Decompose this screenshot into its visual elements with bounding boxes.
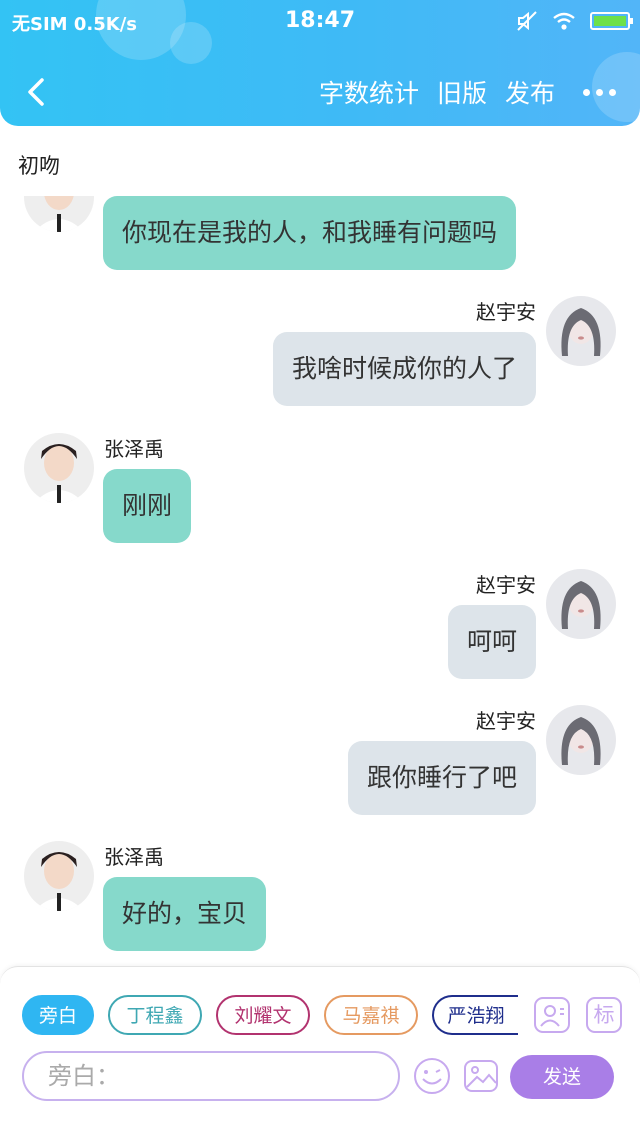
speaker-name: 张泽禹 — [104, 845, 164, 869]
mute-icon — [517, 11, 537, 31]
character-manage-icon[interactable] — [534, 997, 570, 1033]
avatar-zhao[interactable] — [546, 705, 616, 775]
send-button[interactable]: 发送 — [510, 1055, 614, 1099]
speaker-name: 赵宇安 — [476, 300, 536, 324]
speaker-name: 赵宇安 — [476, 573, 536, 597]
role-chip[interactable]: 丁程鑫 — [108, 995, 202, 1035]
tag-button[interactable]: 标 — [586, 997, 622, 1033]
avatar-zhao[interactable] — [546, 296, 616, 366]
composer-panel: 旁白 丁程鑫 刘耀文 马嘉祺 严浩翔 标 旁白： 发送 — [0, 966, 640, 1139]
role-chip-narrator[interactable]: 旁白 — [22, 995, 94, 1035]
avatar-zhang[interactable] — [24, 841, 94, 911]
message-bubble[interactable]: 呵呵 — [447, 605, 536, 679]
app-header: 无SIM 0.5K/s 18:47 字数统计 旧版 发布 — [0, 0, 640, 126]
role-chip[interactable]: 严浩翔 — [432, 995, 518, 1035]
word-count-button[interactable]: 字数统计 — [319, 74, 419, 110]
chat-list[interactable]: 你现在是我的人，和我睡有问题吗 赵宇安 我啥时候成你的人了 张泽禹 刚刚 赵宇安… — [0, 196, 640, 966]
image-icon[interactable] — [462, 1057, 500, 1095]
status-bar: 无SIM 0.5K/s 18:47 — [0, 8, 640, 38]
emoji-icon[interactable] — [413, 1057, 451, 1095]
message-bubble[interactable]: 你现在是我的人，和我睡有问题吗 — [103, 196, 517, 270]
message-bubble[interactable]: 我啥时候成你的人了 — [272, 332, 536, 406]
nav-bar: 字数统计 旧版 发布 — [0, 70, 640, 114]
message-bubble[interactable]: 刚刚 — [103, 469, 192, 543]
avatar-zhang[interactable] — [24, 433, 94, 503]
speaker-name: 张泽禹 — [104, 437, 164, 461]
message-bubble[interactable]: 跟你睡行了吧 — [347, 741, 536, 815]
role-chip[interactable]: 马嘉祺 — [324, 995, 418, 1035]
avatar-zhang[interactable] — [24, 196, 94, 232]
wifi-icon — [553, 12, 575, 30]
message-input[interactable]: 旁白： — [22, 1051, 400, 1101]
avatar-zhao[interactable] — [546, 569, 616, 639]
publish-button[interactable]: 发布 — [505, 74, 555, 110]
back-icon[interactable] — [22, 74, 52, 110]
old-version-button[interactable]: 旧版 — [437, 74, 487, 110]
speaker-name: 赵宇安 — [476, 709, 536, 733]
message-bubble[interactable]: 好的，宝贝 — [103, 877, 267, 951]
battery-icon — [590, 12, 633, 30]
role-chip[interactable]: 刘耀文 — [216, 995, 310, 1035]
chapter-title[interactable]: 初吻 — [18, 150, 60, 180]
more-icon[interactable] — [583, 88, 616, 96]
